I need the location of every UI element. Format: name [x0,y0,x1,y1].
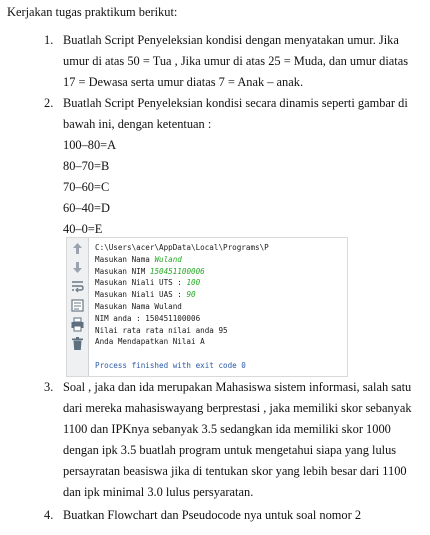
console-nim-line: NIM anda : 150451100006 [95,313,201,323]
console-prompt-nim: Masukan NIM [95,266,150,276]
wrap-icon[interactable] [70,279,85,294]
console-toolbar [67,238,89,376]
console-average-line: Nilai rata rata nilai anda 95 [95,325,228,335]
console-input-uas: 90 [186,290,196,300]
console-input-uts: 100 [186,278,201,288]
item-3-line-6: dan ipk minimal 3.0 lulus persyaratan. [63,485,254,499]
item-4-line-1: Buatkan Flowchart dan Pseudocode nya unt… [63,508,362,522]
grade-rule-e: 40–0=E [63,222,103,236]
console-exit-line: Process finished with exit code 0 [95,360,246,370]
console-prompt-uts: Masukan Niali UTS : [95,278,187,288]
scroll-icon[interactable] [70,298,85,313]
grade-rule-b: 80–70=B [63,159,110,173]
console-text: C:\Users\acer\AppData\Local\Programs\P M… [95,242,269,372]
print-icon[interactable] [70,317,85,332]
item-3-line-3: 1100 dan IPKnya sebanyak 3.5 sedangkan i… [63,422,391,436]
intro-text: Kerjakan tugas praktikum berikut: [7,5,178,19]
item-2-number: 2. [44,96,54,110]
item-1-line-1: Buatlah Script Penyeleksian kondisi deng… [63,33,399,47]
item-3-line-2: dari mereka mahasiswayang berprestasi , … [63,401,412,415]
arrow-up-icon[interactable] [70,241,85,256]
grade-rule-a: 100–80=A [63,138,117,152]
item-3-line-1: Soal , jaka dan ida merupakan Mahasiswa … [63,380,412,394]
console-input-name: Wuland [154,254,182,264]
console-prompt-name: Masukan Nama [95,254,155,264]
console-grade-line: Anda Mendapatkan Nilai A [95,337,205,347]
item-3-line-5: persayratan beasiswa jika di tentukan sk… [63,464,407,478]
arrow-down-icon[interactable] [70,260,85,275]
console-prompt-uas: Masukan Niali UAS : [95,290,187,300]
item-1-line-3: 17 = Dewasa serta umur diatas 7 = Anak –… [63,75,304,89]
item-1-line-2: umur di atas 50 = Tua , Jika umur di ata… [63,54,409,68]
console-echo-name: Masukan Nama Wuland [95,301,182,311]
item-2-line-1: Buatlah Script Penyeleksian kondisi seca… [63,96,408,110]
grade-rule-d: 60–40=D [63,201,110,215]
item-3-number: 3. [44,380,54,394]
trash-icon[interactable] [70,336,85,351]
console-output-panel: C:\Users\acer\AppData\Local\Programs\P M… [66,237,348,377]
item-1-number: 1. [44,33,54,47]
console-input-nim: 150451100006 [149,266,205,276]
grade-rule-c: 70–60=C [63,180,110,194]
item-2-line-2: bawah ini, dengan ketentuan : [63,117,212,131]
item-4-number: 4. [44,508,54,522]
console-path: C:\Users\acer\AppData\Local\Programs\P [95,243,269,252]
item-3-line-4: dengan ipk 3.5 buatlah program untuk men… [63,443,397,457]
